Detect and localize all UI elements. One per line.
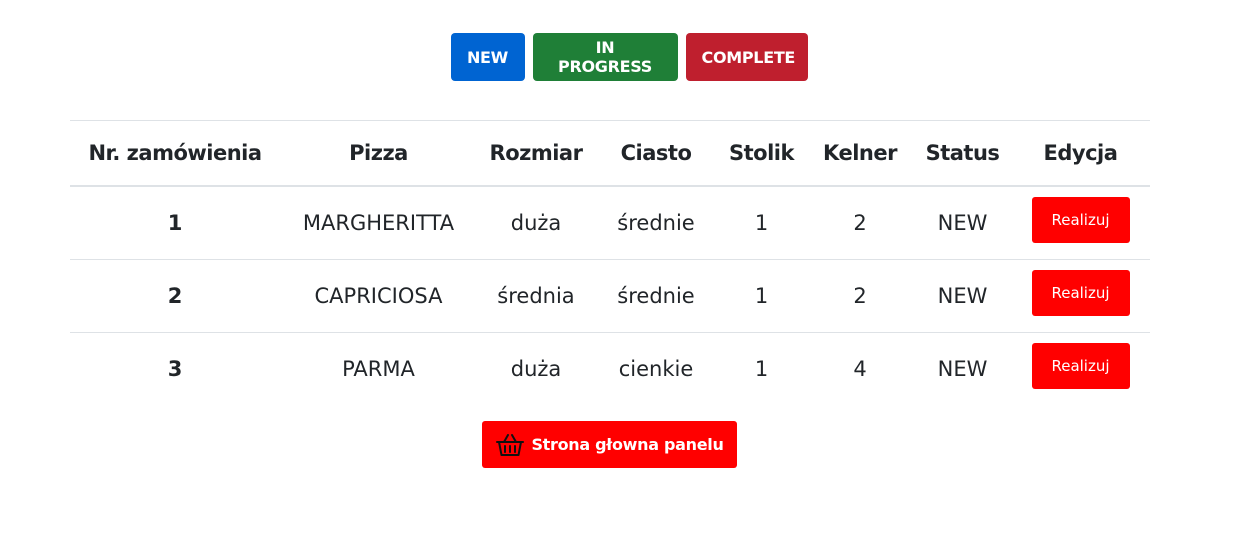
waiter-cell: 2 [806,186,914,260]
column-header-pizza: Pizza [280,120,477,187]
table-number-cell: 1 [717,186,806,260]
realize-button[interactable]: Realizuj [1031,343,1130,389]
status-cell: NEW [937,357,988,381]
filter-complete-button[interactable]: COMPLETE [685,33,808,81]
size-cell: duża [510,357,562,381]
pizza-cell: CAPRICIOSA [280,259,477,333]
table-row: 1 MARGHERITTA duża średnie 1 2 NEW Reali… [70,186,1150,260]
edit-cell: Realizuj [1011,333,1150,406]
column-header-edit: Edycja [1011,120,1150,187]
filter-new-button[interactable]: NEW [450,33,525,81]
status-cell: NEW [914,186,1011,260]
realize-button[interactable]: Realizuj [1031,197,1130,243]
basket-icon [495,432,525,458]
table-number-cell: 1 [717,259,806,333]
column-header-waiter: Kelner [806,120,914,187]
pizza-cell: MARGHERITTA [280,186,477,260]
filter-in-progress-button[interactable]: IN PROGRESS [532,33,678,81]
orders-table: Nr. zamówienia Pizza Rozmiar Ciasto Stol… [70,120,1150,405]
table-number-cell: 1 [754,357,769,381]
order-number-cell: 3 [167,357,183,381]
table-header-row: Nr. zamówienia Pizza Rozmiar Ciasto Stol… [70,120,1150,187]
size-cell: średnia [477,259,595,333]
table-row: 3 PARMA duża cienkie 1 4 NEW Realizuj [70,333,1150,406]
crust-cell: średnie [595,186,717,260]
column-header-status: Status [914,120,1011,187]
table-row: 2 CAPRICIOSA średnia średnie 1 2 NEW Rea… [70,259,1150,333]
order-number-cell: 1 [70,186,280,260]
crust-cell: cienkie [618,357,694,381]
waiter-cell: 2 [806,259,914,333]
order-number-cell: 2 [70,259,280,333]
pizza-cell: PARMA [342,357,415,381]
crust-cell: średnie [595,259,717,333]
status-cell: NEW [914,259,1011,333]
column-header-order-number: Nr. zamówienia [70,120,280,187]
column-header-crust: Ciasto [595,120,717,187]
waiter-cell: 4 [853,357,867,381]
edit-cell: Realizuj [1011,259,1150,333]
column-header-table: Stolik [717,120,806,187]
edit-cell: Realizuj [1011,186,1150,260]
realize-button[interactable]: Realizuj [1031,270,1130,316]
status-filter-bar: NEW IN PROGRESS COMPLETE [0,33,1258,81]
panel-home-label: Strona głowna panelu [531,435,724,454]
size-cell: duża [477,186,595,260]
column-header-size: Rozmiar [477,120,595,187]
panel-home-button[interactable]: Strona głowna panelu [482,421,737,468]
